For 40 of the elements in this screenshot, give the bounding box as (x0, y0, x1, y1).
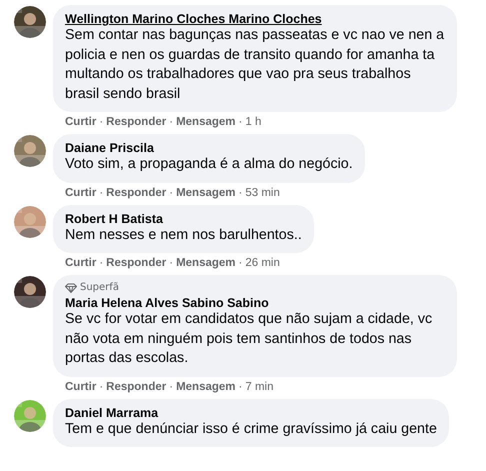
action-link[interactable]: Responder (106, 116, 166, 128)
diamond-icon (65, 282, 77, 292)
separator-dot: · (238, 257, 242, 269)
separator-dot: · (238, 380, 242, 392)
timestamp[interactable]: 1 h (245, 116, 262, 128)
comment-text: Voto sim, a propaganda é a alma do negócio. (65, 155, 353, 174)
comment-text: Se vc for votar em candidatos que não sujam a cidade, vc não vota em ninguém pois tem santinhos de todos nas portas das escolas. (65, 310, 434, 368)
action-link[interactable]: Mensagem (176, 186, 236, 198)
badge-label: Superfã (80, 282, 119, 293)
comment-text: Sem contar nas bagunças nas passeatas e vc nao ve nen a policia e nen os guardas de transito quando for amanha ta multando os trabalhadores que vao pra seus trabalhos brasil sendo brasil (65, 26, 445, 104)
author-link[interactable]: Daiane Priscila (65, 141, 154, 155)
separator-dot: · (169, 116, 174, 128)
timestamp[interactable]: 7 min (245, 380, 274, 392)
author-link[interactable]: Robert H Batista (65, 212, 163, 226)
action-link[interactable]: Mensagem (176, 116, 236, 128)
comment-text: Tem e que denúnciar isso é crime gravíssimo já caiu gente (65, 420, 437, 438)
action-link[interactable]: Curtir (65, 116, 96, 128)
action-link[interactable]: Curtir (65, 380, 96, 392)
action-link[interactable]: Responder (106, 257, 166, 269)
separator-dot: · (99, 257, 104, 269)
timestamp[interactable]: 26 min (245, 257, 280, 269)
author-link[interactable]: Wellington Marino Cloches Marino Cloches (65, 12, 322, 26)
author-link[interactable]: Daniel Marrama (65, 406, 158, 420)
action-link[interactable]: Mensagem (176, 380, 236, 392)
author-link[interactable]: Maria Helena Alves Sabino Sabino (65, 296, 269, 310)
timestamp[interactable]: 53 min (245, 186, 280, 198)
action-link[interactable]: Responder (106, 380, 166, 392)
separator-dot: · (169, 257, 174, 269)
separator-dot: · (99, 380, 104, 392)
separator-dot: · (238, 186, 242, 198)
comment-text: Nem nesses e nem nos barulhentos.. (65, 226, 302, 244)
action-link[interactable]: Curtir (65, 186, 96, 198)
separator-dot: · (169, 186, 174, 198)
action-link[interactable]: Curtir (65, 257, 96, 269)
action-link[interactable]: Responder (106, 186, 166, 198)
separator-dot: · (99, 186, 104, 198)
separator-dot: · (169, 380, 174, 392)
action-link[interactable]: Mensagem (176, 257, 236, 269)
separator-dot: · (238, 116, 242, 128)
separator-dot: · (99, 116, 104, 128)
